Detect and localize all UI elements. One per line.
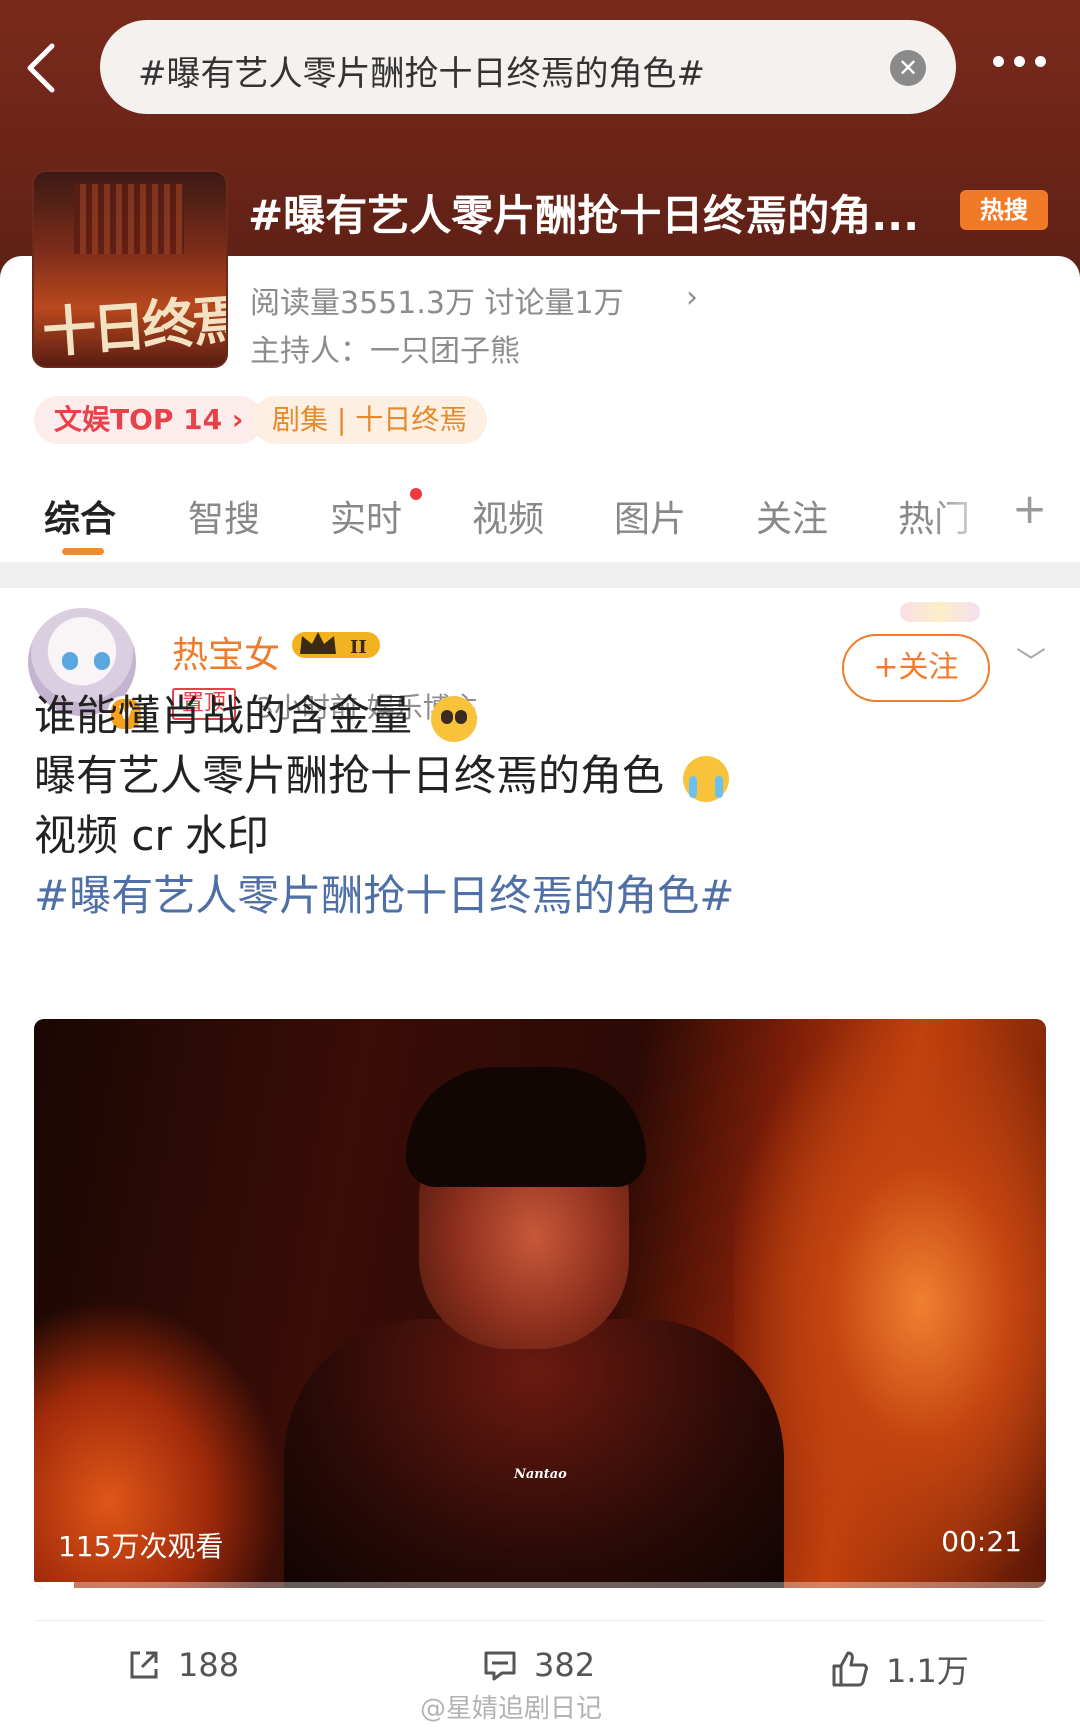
search-query: #曝有艺人零片酬抢十日终焉的角色# <box>138 54 705 94</box>
comment-button[interactable]: 382 <box>482 1646 595 1684</box>
post-topic-link[interactable]: #曝有艺人零片酬抢十日终焉的角色# <box>34 862 734 923</box>
post-line: 曝有艺人零片酬抢十日终焉的角色 <box>34 742 730 803</box>
topic-stats[interactable]: 阅读量3551.3万 讨论量1万 <box>250 278 624 322</box>
share-icon <box>130 1651 158 1679</box>
comment-count: 382 <box>534 1646 596 1684</box>
more-options-icon[interactable] <box>988 52 1058 82</box>
topic-title: #曝有艺人零片酬抢十日终焉的角... <box>248 191 920 240</box>
series-tag[interactable]: 剧集 | 十日终焉 <box>252 396 488 444</box>
chevron-left-icon <box>27 43 55 93</box>
footer-watermark: @星婧追剧日记 <box>420 1694 603 1724</box>
vip-crown-icon: II <box>292 632 380 658</box>
avatar-eye <box>62 652 78 670</box>
new-indicator-dot <box>410 488 422 500</box>
video-frame-figure <box>284 1319 784 1588</box>
post-text-line-1: 谁能懂肖战的含金量 <box>34 691 413 740</box>
chevron-right-icon[interactable]: › <box>686 280 698 315</box>
divider <box>34 1620 1046 1621</box>
video-progress-bar[interactable] <box>34 1582 1046 1588</box>
tab-bar: 综合 智搜 实时 视频 图片 关注 热门 <box>0 480 1080 558</box>
pleading-emoji-icon <box>431 695 478 742</box>
tab-realtime[interactable]: 实时 <box>330 490 402 542</box>
post-text-line-3: 视频 cr 水印 <box>34 811 270 860</box>
topic-host[interactable]: 主持人：一只团子熊 <box>250 326 520 370</box>
tab-fade <box>930 488 1000 548</box>
video-progress-fill <box>34 1582 75 1588</box>
rank-tag[interactable]: 文娱TOP 14 › <box>34 396 264 444</box>
tab-smart-search[interactable]: 智搜 <box>188 490 260 542</box>
add-tab-icon[interactable]: + <box>1012 484 1047 533</box>
video-watermark: Nantao <box>514 1467 567 1482</box>
back-button[interactable] <box>22 38 72 98</box>
video-views: 115万次观看 <box>58 1530 224 1563</box>
active-tab-indicator <box>62 548 104 555</box>
hot-badge-label: 热搜 <box>980 196 1028 224</box>
hot-search-badge: 热搜 <box>960 190 1048 230</box>
share-count: 188 <box>178 1646 240 1684</box>
tab-images[interactable]: 图片 <box>614 490 686 542</box>
post-text-line-2: 曝有艺人零片酬抢十日终焉的角色 <box>34 751 665 800</box>
tab-video[interactable]: 视频 <box>472 490 544 542</box>
like-button[interactable]: 1.1万 <box>830 1646 969 1692</box>
post-line: 谁能懂肖战的含金量 <box>34 682 478 743</box>
follow-sparkle <box>900 602 980 622</box>
comment-icon <box>484 1651 516 1681</box>
share-button[interactable]: 188 <box>126 1646 239 1684</box>
cover-gate <box>74 184 184 254</box>
follow-button[interactable]: +关注 <box>842 634 990 702</box>
video-duration: 00:21 <box>941 1525 1022 1558</box>
tab-comprehensive[interactable]: 综合 <box>44 490 116 542</box>
thumbs-up-icon <box>832 1651 868 1687</box>
svg-text:II: II <box>350 637 367 658</box>
crying-emoji-icon <box>683 755 730 802</box>
username[interactable]: 热宝女 <box>172 626 280 678</box>
search-input[interactable]: #曝有艺人零片酬抢十日终焉的角色# ✕ <box>100 20 956 114</box>
topic-cover-image[interactable]: 十日终焉 <box>32 170 228 368</box>
cover-logo-text: 十日终焉 <box>40 287 228 365</box>
avatar-eye <box>94 652 110 670</box>
like-count: 1.1万 <box>886 1652 969 1690</box>
clear-icon[interactable]: ✕ <box>890 50 926 86</box>
chevron-down-icon[interactable]: ﹀ <box>1016 638 1046 682</box>
video-player[interactable]: Nantao 115万次观看 00:21 <box>34 1019 1046 1588</box>
video-frame-figure <box>406 1067 646 1187</box>
tab-following[interactable]: 关注 <box>756 490 828 542</box>
